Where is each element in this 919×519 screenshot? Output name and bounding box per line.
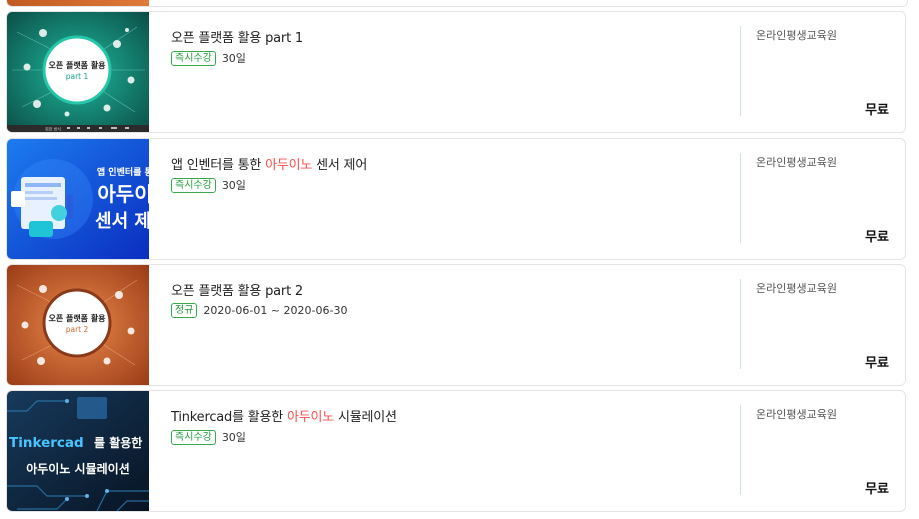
thumbnail-title-3: 오픈 플랫폼 활용 [48,313,106,323]
card-divider [740,153,741,243]
course-provider: 온라인평생교육원 [756,156,837,169]
course-thumbnail-3[interactable]: 오픈 플랫폼 활용 part 2 [7,265,149,385]
course-title-text-tail[interactable]: 센서 제어 [312,158,367,173]
course-provider: 온라인평생교육원 [756,408,837,421]
thumbnail-art-2: 앱 인벤터를 통한 아두이 센서 제 [7,139,149,259]
thumbnail-art-4: Tinkercad 를 활용한 아두이노 시뮬레이션 [7,391,149,511]
course-price: 무료 [865,482,889,497]
thumbnail-title-4b: 를 활용한 [94,435,142,450]
study-period: 30일 [221,52,246,65]
enrollment-type-badge: 즉시수강 [171,177,216,193]
enrollment-type-badge: 정규 [171,303,198,318]
course-card-3[interactable]: 오픈 플랫폼 활용 part 2 오픈 플랫폼 활용 part 2 정규 202… [6,264,906,386]
card-divider [740,279,741,369]
thumbnail-subtitle-2b: 센서 제 [95,211,149,232]
course-price: 무료 [865,230,889,245]
thumbnail-subtitle-1: part 1 [66,72,89,81]
course-title-3[interactable]: 오픈 플랫폼 활용 part 2 [171,280,303,299]
thumbnail-title-2: 앱 인벤터를 통한 [97,166,149,178]
thumbnail-subtitle-2: 아두이 [97,182,149,206]
study-period: 30일 [221,179,246,192]
course-provider: 온라인평생교육원 [756,29,837,42]
study-period: 30일 [221,431,246,444]
course-title-text[interactable]: Tinkercad를 활용한 [171,410,287,425]
thumbnail-player-text-1: 회전 방식 [45,126,61,132]
course-thumbnail-4[interactable]: Tinkercad 를 활용한 아두이노 시뮬레이션 [7,391,149,511]
thumbnail-subtitle-3: part 2 [66,325,89,334]
enrollment-type-badge: 즉시수강 [171,50,216,66]
previous-course-card-edge [6,0,908,7]
thumbnail-title-4a: Tinkercad [9,435,84,451]
course-provider: 온라인평생교육원 [756,282,837,295]
course-meta-3: 정규 2020-06-01 ~ 2020-06-30 [171,303,347,318]
thumbnail-art-1: 오픈 플랫폼 활용 part 1 회전 방식 [7,12,149,132]
course-title-4[interactable]: Tinkercad를 활용한 아두이노 시뮬레이션 [171,406,397,425]
course-title-1[interactable]: 오픈 플랫폼 활용 part 1 [171,27,303,46]
study-period: 2020-06-01 ~ 2020-06-30 [203,304,348,317]
thumbnail-art-3: 오픈 플랫폼 활용 part 2 [7,265,149,385]
previous-course-thumbnail-edge [7,0,149,6]
course-title-text[interactable]: 오픈 플랫폼 활용 part 1 [171,31,303,46]
course-title-2[interactable]: 앱 인벤터를 통한 아두이노 센서 제어 [171,154,367,173]
thumbnail-title-1: 오픈 플랫폼 활용 [48,60,106,70]
course-title-text[interactable]: 앱 인벤터를 통한 [171,158,265,173]
card-divider [740,26,741,116]
course-price: 무료 [865,103,889,118]
course-card-1[interactable]: 오픈 플랫폼 활용 part 1 회전 방식 오픈 플랫폼 활용 part 1 … [6,11,906,133]
course-meta-1: 즉시수강 30일 [171,50,246,66]
course-thumbnail-1[interactable]: 오픈 플랫폼 활용 part 1 회전 방식 [7,12,149,132]
course-price: 무료 [865,356,889,371]
course-meta-4: 즉시수강 30일 [171,429,246,445]
course-card-2[interactable]: 앱 인벤터를 통한 아두이 센서 제 앱 인벤터를 통한 아두이노 센서 제어 … [6,138,906,260]
course-card-4[interactable]: Tinkercad 를 활용한 아두이노 시뮬레이션 Tinkercad를 활용… [6,390,906,512]
course-title-text-tail[interactable]: 시뮬레이션 [334,410,397,425]
course-thumbnail-2[interactable]: 앱 인벤터를 통한 아두이 센서 제 [7,139,149,259]
course-title-highlight[interactable]: 아두이노 [287,410,334,425]
enrollment-type-badge: 즉시수강 [171,429,216,445]
course-title-highlight[interactable]: 아두이노 [265,158,312,173]
card-divider [740,405,741,495]
thumbnail-subtitle-4: 아두이노 시뮬레이션 [26,461,130,476]
course-title-text[interactable]: 오픈 플랫폼 활용 part 2 [171,284,303,299]
course-meta-2: 즉시수강 30일 [171,177,246,193]
